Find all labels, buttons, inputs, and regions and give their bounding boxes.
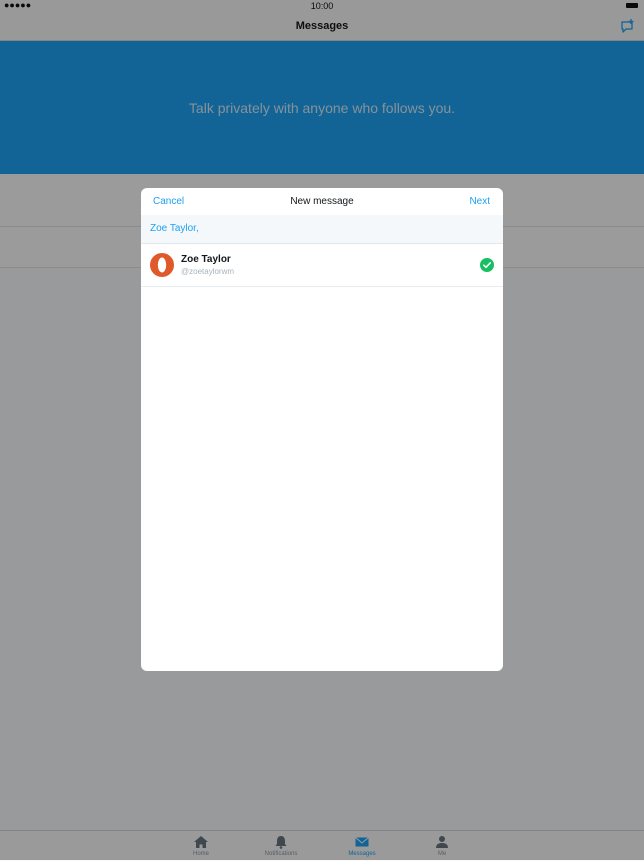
contact-list-item[interactable]: Zoe Taylor @zoetaylorwm	[141, 244, 503, 287]
recipient-token[interactable]: Zoe Taylor,	[150, 223, 199, 234]
contact-handle: @zoetaylorwm	[181, 267, 235, 276]
next-button[interactable]: Next	[469, 196, 490, 207]
contact-name: Zoe Taylor	[181, 254, 231, 265]
avatar	[150, 253, 174, 277]
dialog-title: New message	[290, 196, 354, 207]
checkmark-icon	[480, 258, 494, 272]
new-message-dialog: Cancel New message Next Zoe Taylor, Zoe …	[141, 188, 503, 671]
recipient-input[interactable]: Zoe Taylor,	[141, 215, 503, 244]
dialog-header: Cancel New message Next	[141, 188, 503, 215]
